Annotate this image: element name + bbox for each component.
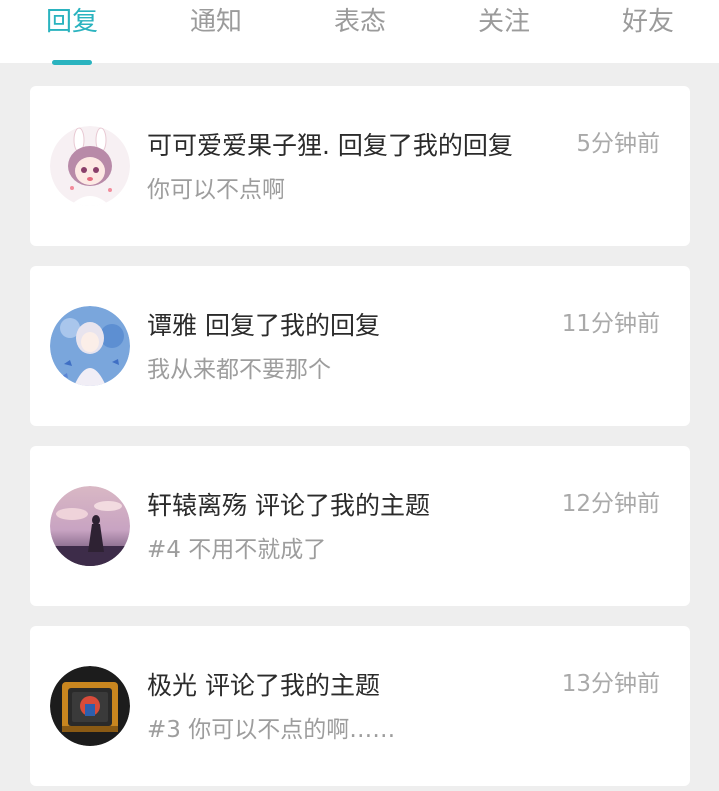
message-snippet: 你可以不点啊 xyxy=(147,177,285,203)
message-card[interactable]: 谭雅 回复了我的回复 11分钟前 我从来都不要那个 xyxy=(30,266,690,426)
message-snippet: #3 你可以不点的啊…… xyxy=(147,717,396,743)
message-title: 可可爱爱果子狸. 回复了我的回复 xyxy=(147,131,513,160)
active-tab-indicator xyxy=(52,60,92,65)
message-card[interactable]: 极光 评论了我的主题 13分钟前 #3 你可以不点的啊…… xyxy=(30,626,690,786)
message-card[interactable]: 可可爱爱果子狸. 回复了我的回复 5分钟前 你可以不点啊 xyxy=(30,86,690,246)
message-title: 轩辕离殇 评论了我的主题 xyxy=(147,491,430,520)
message-snippet: 我从来都不要那个 xyxy=(147,357,331,383)
tab-friends[interactable]: 好友 xyxy=(603,4,693,40)
message-title: 极光 评论了我的主题 xyxy=(147,671,380,700)
message-time: 12分钟前 xyxy=(561,491,660,517)
tab-reply[interactable]: 回复 xyxy=(27,4,117,40)
message-time: 11分钟前 xyxy=(561,311,660,337)
girl-silhouette-sunset-avatar[interactable] xyxy=(50,486,130,566)
message-card[interactable]: 轩辕离殇 评论了我的主题 12分钟前 #4 不用不就成了 xyxy=(30,446,690,606)
game-character-emblem-avatar[interactable] xyxy=(50,666,130,746)
tab-bar: 回复 通知 表态 关注 好友 xyxy=(0,0,719,65)
anime-girl-bunny-ears-avatar[interactable] xyxy=(50,126,130,206)
message-time: 13分钟前 xyxy=(561,671,660,697)
tab-following[interactable]: 关注 xyxy=(459,4,549,40)
anime-girl-blue-butterflies-avatar[interactable] xyxy=(50,306,130,386)
tab-notifications[interactable]: 通知 xyxy=(171,4,261,40)
tab-reactions[interactable]: 表态 xyxy=(315,4,405,40)
message-title: 谭雅 回复了我的回复 xyxy=(147,311,380,340)
message-time: 5分钟前 xyxy=(576,131,660,157)
message-snippet: #4 不用不就成了 xyxy=(147,537,327,563)
